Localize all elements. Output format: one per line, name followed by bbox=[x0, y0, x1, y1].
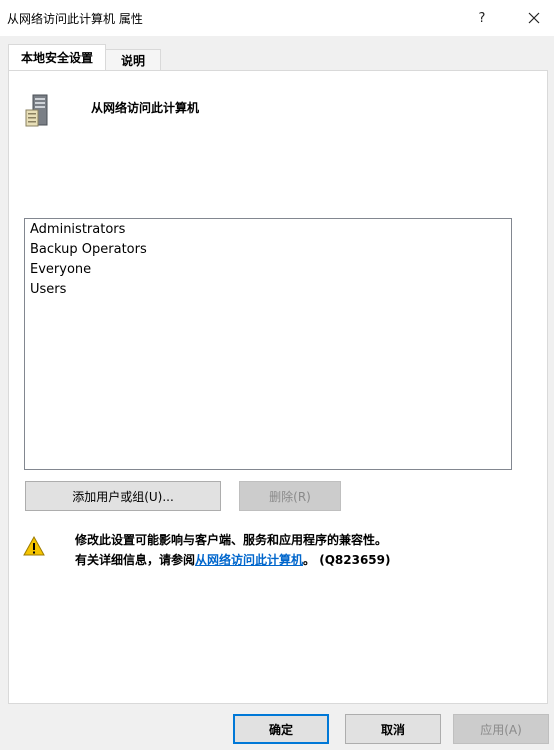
warning-details: 有关详细信息，请参阅从网络访问此计算机。 (Q823659) bbox=[75, 551, 390, 568]
close-icon bbox=[528, 12, 540, 24]
warning-details-suffix: 。 (Q823659) bbox=[303, 553, 391, 567]
list-item[interactable]: Administrators bbox=[30, 222, 125, 237]
list-item[interactable]: Backup Operators bbox=[30, 242, 147, 257]
tab-local-security-setting[interactable]: 本地安全设置 bbox=[8, 44, 106, 70]
close-button[interactable] bbox=[520, 4, 548, 32]
title-bar: 从网络访问此计算机 属性 ? bbox=[0, 0, 554, 36]
policy-help-link[interactable]: 从网络访问此计算机 bbox=[195, 553, 303, 567]
window-title: 从网络访问此计算机 属性 bbox=[7, 12, 143, 26]
warning-text: 修改此设置可能影响与客户端、服务和应用程序的兼容性。 bbox=[75, 533, 388, 547]
apply-button[interactable]: 应用(A) bbox=[453, 714, 549, 744]
list-item[interactable]: Everyone bbox=[30, 262, 91, 277]
ok-button[interactable]: 确定 bbox=[233, 714, 329, 744]
tab-explain[interactable]: 说明 bbox=[105, 49, 161, 70]
list-item[interactable]: Users bbox=[30, 282, 66, 297]
help-button[interactable]: ? bbox=[468, 4, 496, 32]
warning-icon bbox=[23, 536, 45, 556]
members-listbox[interactable]: Administrators Backup Operators Everyone… bbox=[24, 218, 512, 470]
warning-details-prefix: 有关详细信息，请参阅 bbox=[75, 553, 196, 567]
tab-panel: 从网络访问此计算机 Administrators Backup Operator… bbox=[8, 70, 548, 704]
cancel-button[interactable]: 取消 bbox=[345, 714, 441, 744]
policy-name: 从网络访问此计算机 bbox=[91, 101, 200, 115]
remove-button[interactable]: 删除(R) bbox=[239, 481, 341, 511]
server-computer-icon bbox=[25, 94, 48, 127]
add-user-or-group-button[interactable]: 添加用户或组(U)... bbox=[25, 481, 221, 511]
